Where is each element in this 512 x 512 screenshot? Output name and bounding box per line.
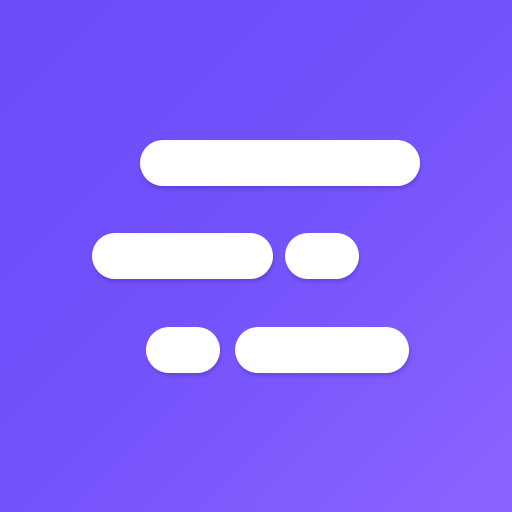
logo-bar-bottom-long	[235, 327, 409, 373]
logo-bar-top	[140, 140, 420, 186]
logo-bar-middle-short	[285, 233, 359, 279]
logo-bar-bottom-short	[146, 327, 220, 373]
app-icon	[0, 0, 512, 512]
logo-bar-middle-long	[92, 233, 273, 279]
